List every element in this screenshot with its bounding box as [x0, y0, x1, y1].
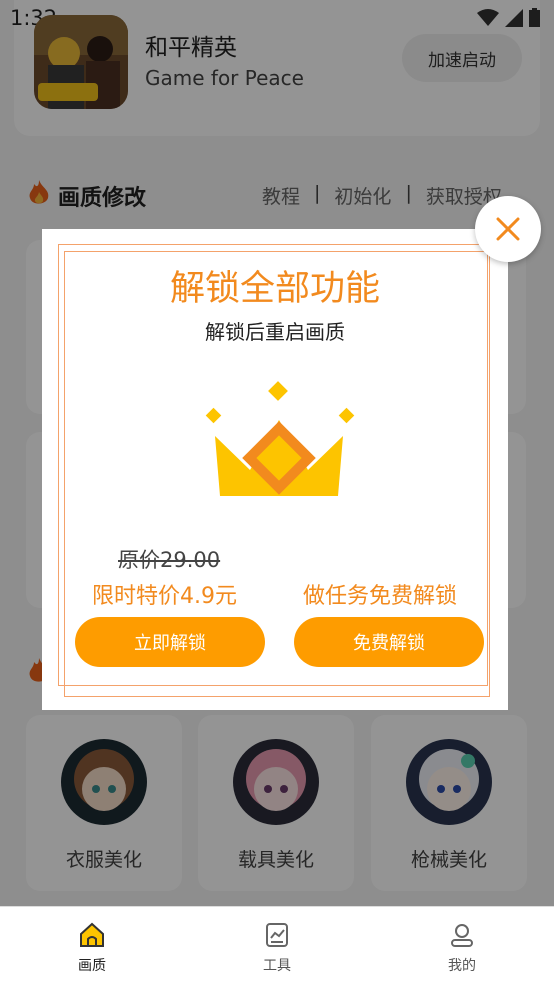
promo-price: 限时特价4.9元 [92, 584, 237, 609]
modal-subtitle: 解锁后重启画质 [205, 320, 345, 344]
close-icon [496, 217, 520, 241]
home-icon [80, 922, 104, 947]
close-button[interactable] [475, 196, 541, 262]
chart-icon [266, 923, 288, 947]
nav-label: 我的 [448, 958, 476, 974]
bottom-nav: 画质 工具 我的 [0, 906, 554, 986]
original-price: 原价29.00 [118, 548, 221, 572]
nav-label: 工具 [263, 958, 291, 974]
nav-item-quality[interactable]: 画质 [42, 921, 142, 975]
nav-label: 画质 [78, 958, 106, 974]
modal-title: 解锁全部功能 [169, 269, 380, 309]
nav-item-tools[interactable]: 工具 [227, 921, 327, 975]
crown-icon [200, 380, 360, 504]
nav-item-mine[interactable]: 我的 [412, 921, 512, 975]
free-unlock-button[interactable]: 免费解锁 [294, 617, 484, 667]
unlock-now-button[interactable]: 立即解锁 [75, 617, 265, 667]
user-icon [451, 924, 473, 947]
task-free-text: 做任务免费解锁 [303, 584, 458, 609]
